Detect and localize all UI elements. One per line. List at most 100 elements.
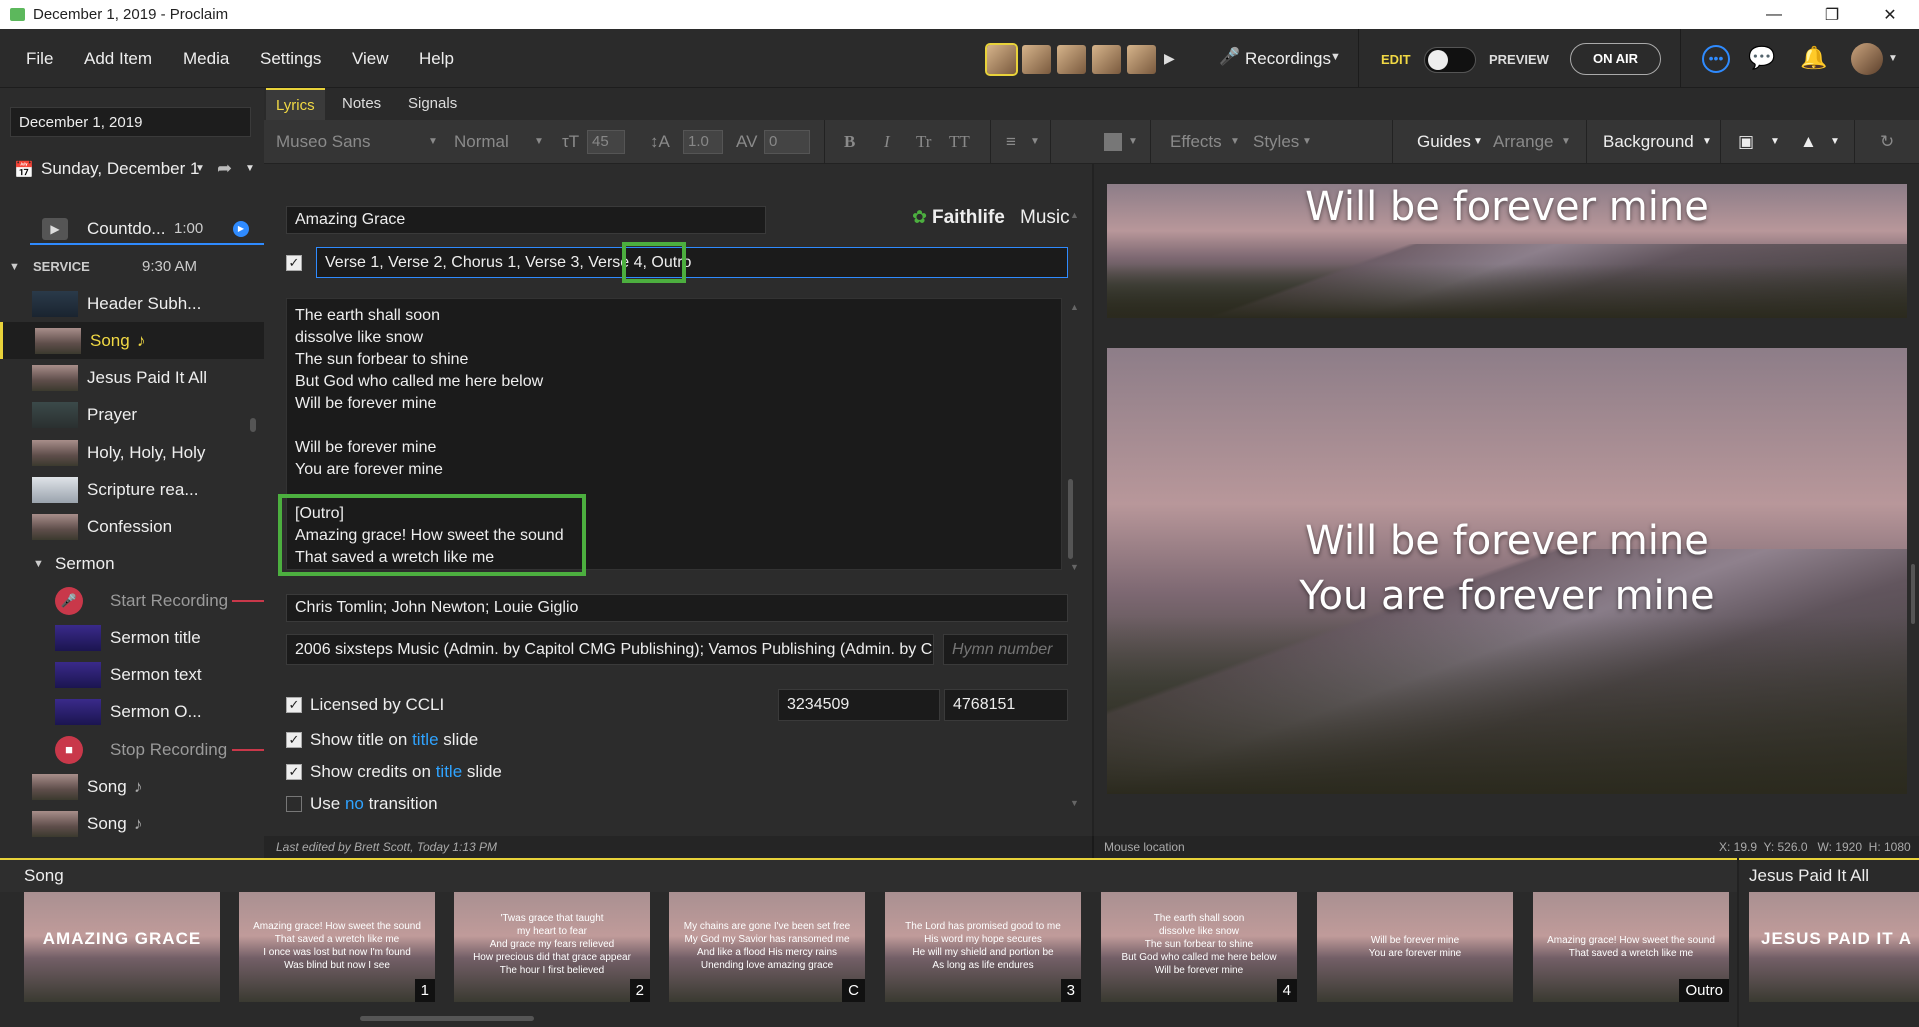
service-item-song[interactable]: Song ♪ xyxy=(0,768,264,805)
user-avatar[interactable] xyxy=(1851,43,1883,75)
menu-media[interactable]: Media xyxy=(183,49,229,69)
collapse-icon[interactable]: ▼ xyxy=(9,261,20,273)
transition-checkbox[interactable] xyxy=(286,796,302,812)
copyright-input[interactable]: 2006 sixsteps Music (Admin. by Capitol C… xyxy=(286,634,934,665)
collaborator-avatar[interactable] xyxy=(985,43,1018,76)
text-box-icon[interactable]: ▣ xyxy=(1738,132,1754,152)
scroll-down-icon[interactable]: ▼ xyxy=(1070,562,1079,572)
ccli-checkbox[interactable]: ✓ xyxy=(286,697,302,713)
align-icon[interactable]: ≡ xyxy=(1006,132,1016,152)
slide-thumbnail[interactable]: 'Twas grace that taught my heart to fear… xyxy=(454,892,650,1002)
arrangement-input[interactable]: Verse 1, Verse 2, Chorus 1, Verse 3, Ver… xyxy=(316,247,1068,278)
title-case-button[interactable]: Tr xyxy=(916,132,931,152)
service-item-prayer[interactable]: Prayer xyxy=(0,396,264,433)
service-item-song[interactable]: Song ♪ xyxy=(0,322,264,359)
restore-icon[interactable]: ❐ xyxy=(1803,0,1861,29)
tab-lyrics[interactable]: Lyrics xyxy=(266,88,325,120)
slide-thumbnail[interactable]: My chains are gone I've been set free My… xyxy=(669,892,865,1002)
bold-button[interactable]: B xyxy=(844,132,855,152)
menu-add-item[interactable]: Add Item xyxy=(84,49,152,69)
uppercase-button[interactable]: TT xyxy=(949,132,970,152)
undo-icon[interactable]: ↻ xyxy=(1880,132,1894,152)
scroll-up-icon[interactable]: ▲ xyxy=(1070,302,1079,312)
scroll-down-icon[interactable]: ▼ xyxy=(1070,798,1079,808)
menu-settings[interactable]: Settings xyxy=(260,49,321,69)
slide-thumbnail[interactable]: Amazing grace! How sweet the sound That … xyxy=(239,892,435,1002)
service-item-stop-recording[interactable]: ■ Stop Recording xyxy=(0,731,264,768)
collapse-icon[interactable]: ▼ xyxy=(33,558,44,570)
arrange-menu[interactable]: Arrange xyxy=(1493,132,1553,152)
service-item-scripture-reading[interactable]: Scripture rea... xyxy=(0,471,264,508)
service-item-sermon-text[interactable]: Sermon text xyxy=(0,656,264,693)
collaborator-avatar[interactable] xyxy=(1057,45,1086,74)
color-swatch[interactable] xyxy=(1104,133,1122,151)
slide-thumbnail[interactable]: AMAZING GRACE xyxy=(24,892,220,1002)
title-link[interactable]: title xyxy=(436,762,462,781)
service-item-start-recording[interactable]: 🎤 Start Recording xyxy=(0,582,264,619)
lyrics-scrollbar[interactable] xyxy=(1068,479,1073,559)
close-icon[interactable]: ✕ xyxy=(1861,0,1919,29)
bell-icon[interactable]: 🔔 xyxy=(1800,45,1827,71)
font-weight-select[interactable]: Normal xyxy=(454,132,509,152)
countdown-play-icon[interactable]: ▶ xyxy=(233,220,249,237)
service-item-sermon-title[interactable]: Sermon title xyxy=(0,619,264,656)
tab-signals[interactable]: Signals xyxy=(398,88,467,120)
slide-thumbnail[interactable]: The earth shall soon dissolve like snow … xyxy=(1101,892,1297,1002)
italic-button[interactable]: I xyxy=(884,132,890,152)
hymn-number-input[interactable] xyxy=(943,634,1068,665)
menu-file[interactable]: File xyxy=(26,49,53,69)
collaborator-avatar[interactable] xyxy=(1127,45,1156,74)
service-date-selector[interactable]: Sunday, December 1 xyxy=(41,159,199,179)
show-title-checkbox[interactable]: ✓ xyxy=(286,732,302,748)
current-slide-preview[interactable]: Will be forever mine You are forever min… xyxy=(1107,348,1907,794)
menu-view[interactable]: View xyxy=(352,49,389,69)
slide-thumbnail[interactable]: Amazing grace! How sweet the sound That … xyxy=(1533,892,1729,1002)
collaborator-avatar[interactable] xyxy=(1092,45,1121,74)
arrangement-checkbox[interactable]: ✓ xyxy=(286,255,302,271)
font-size-input[interactable]: 45 xyxy=(587,130,625,154)
play-icon[interactable]: ▶ xyxy=(1164,50,1175,67)
slide-thumbnail[interactable]: Will be forever mine You are forever min… xyxy=(1317,892,1513,1002)
font-family-select[interactable]: Museo Sans xyxy=(276,132,371,152)
line-height-input[interactable]: 1.0 xyxy=(683,130,723,154)
service-item-header-subheader[interactable]: Header Subh... xyxy=(0,285,264,322)
background-menu[interactable]: Background xyxy=(1603,132,1694,152)
styles-menu[interactable]: Styles xyxy=(1253,132,1299,152)
effects-menu[interactable]: Effects xyxy=(1170,132,1222,152)
share-icon[interactable]: ➦ xyxy=(217,158,232,179)
service-item-confession[interactable]: Confession xyxy=(0,508,264,545)
preview-scrollbar[interactable] xyxy=(1911,564,1915,624)
edit-preview-toggle[interactable] xyxy=(1424,47,1476,73)
letter-spacing-input[interactable]: 0 xyxy=(764,130,810,154)
service-item-song[interactable]: Song ♪ xyxy=(0,805,264,842)
date-field[interactable]: December 1, 2019 xyxy=(10,107,251,137)
slide-thumbnail[interactable]: The Lord has promised good to me His wor… xyxy=(885,892,1081,1002)
tab-notes[interactable]: Notes xyxy=(332,88,391,120)
service-item-sermon-outline[interactable]: Sermon O... xyxy=(0,693,264,730)
on-air-button[interactable]: ON AIR xyxy=(1570,43,1661,75)
ccli-song-number[interactable]: 3234509 xyxy=(778,689,940,721)
filmstrip-scrollbar[interactable] xyxy=(360,1016,534,1021)
recordings-menu[interactable]: Recordings xyxy=(1245,49,1331,69)
image-icon[interactable]: ▲ xyxy=(1800,132,1817,152)
left-scrollbar[interactable] xyxy=(250,418,256,432)
guides-menu[interactable]: Guides xyxy=(1417,132,1471,152)
song-title-input[interactable]: Amazing Grace xyxy=(286,206,766,234)
transition-link[interactable]: no xyxy=(345,794,364,813)
more-icon[interactable]: ••• xyxy=(1702,45,1730,73)
service-item-holy-holy-holy[interactable]: Holy, Holy, Holy xyxy=(0,434,264,471)
chat-icon[interactable]: 💬 xyxy=(1748,45,1775,71)
service-item-jesus-paid-it-all[interactable]: Jesus Paid It All xyxy=(0,359,264,396)
slide-thumbnail[interactable]: JESUS PAID IT A xyxy=(1749,892,1919,1002)
title-link[interactable]: title xyxy=(412,730,438,749)
countdown-item[interactable]: ▶ Countdo... 1:00 ▶ xyxy=(0,210,264,247)
minimize-icon[interactable]: — xyxy=(1745,0,1803,29)
menu-help[interactable]: Help xyxy=(419,49,454,69)
previous-slide-preview[interactable]: Will be forever mine xyxy=(1107,184,1907,318)
authors-input[interactable]: Chris Tomlin; John Newton; Louie Giglio xyxy=(286,594,1068,622)
ccli-license-number[interactable]: 4768151 xyxy=(944,689,1068,721)
collaborator-avatar[interactable] xyxy=(1022,45,1051,74)
scroll-up-icon[interactable]: ▲ xyxy=(1070,210,1079,220)
group-sermon[interactable]: ▼ Sermon xyxy=(0,545,264,582)
show-credits-checkbox[interactable]: ✓ xyxy=(286,764,302,780)
